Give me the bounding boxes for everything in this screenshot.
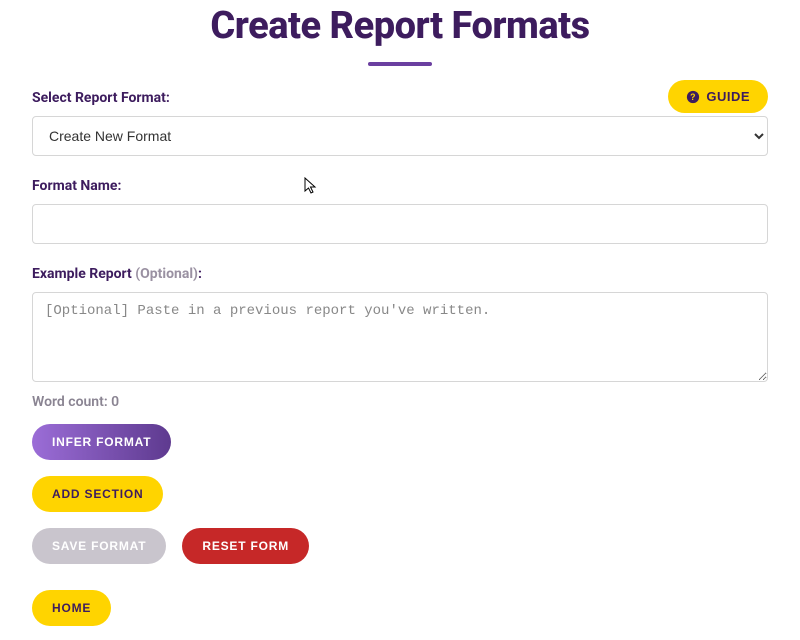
svg-text:?: ? (690, 92, 696, 102)
home-button[interactable]: HOME (32, 590, 111, 626)
save-format-button[interactable]: SAVE FORMAT (32, 528, 166, 564)
example-report-label: Example Report (Optional): (32, 266, 768, 282)
word-count: Word count: 0 (32, 394, 768, 410)
title-underline (368, 62, 432, 66)
add-section-button[interactable]: ADD SECTION (32, 476, 163, 512)
report-format-select[interactable]: Create New Format (32, 116, 768, 156)
example-report-textarea[interactable] (32, 292, 768, 382)
example-colon: : (198, 266, 202, 282)
example-optional-text: (Optional) (135, 266, 198, 282)
example-label-text: Example Report (32, 266, 135, 282)
help-icon: ? (686, 90, 700, 104)
word-count-label: Word count: (32, 394, 111, 410)
select-format-label: Select Report Format: (32, 90, 768, 106)
word-count-value: 0 (111, 394, 119, 410)
format-name-input[interactable] (32, 204, 768, 244)
page-title: Create Report Formats (32, 4, 768, 48)
infer-format-button[interactable]: INFER FORMAT (32, 424, 171, 460)
guide-button[interactable]: ? GUIDE (668, 80, 768, 113)
guide-label: GUIDE (706, 89, 750, 104)
format-name-label: Format Name: (32, 178, 768, 194)
reset-form-button[interactable]: RESET FORM (182, 528, 309, 564)
